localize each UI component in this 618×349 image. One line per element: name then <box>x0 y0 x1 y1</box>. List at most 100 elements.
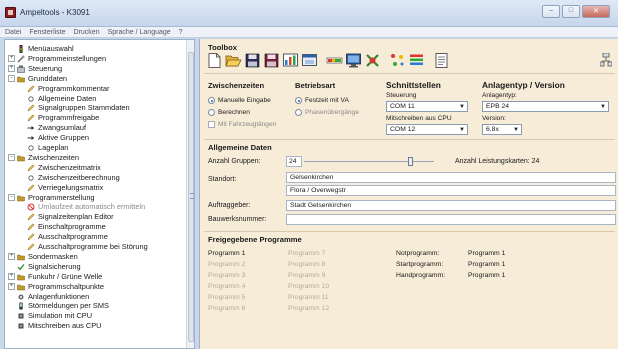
tree-item[interactable]: - Grunddaten <box>8 74 67 83</box>
tree-item[interactable]: - Zwischenzeiten <box>8 153 79 162</box>
expand-icon[interactable]: + <box>8 282 15 290</box>
expand-icon[interactable]: + <box>8 54 15 62</box>
tree-item-label: Programmfreigabe <box>38 113 100 123</box>
tree-item[interactable]: Einschaltprogramme <box>27 222 106 231</box>
save-icon[interactable] <box>244 52 261 69</box>
signal-sequence-icon[interactable] <box>326 52 343 69</box>
open-folder-icon[interactable] <box>225 52 242 69</box>
tree-item[interactable]: Zwischenzeitberechnung <box>27 173 120 182</box>
menu-datei[interactable]: Datei <box>5 29 21 36</box>
program-item[interactable]: Programm 2 <box>208 261 245 268</box>
program-item[interactable]: Programm 4 <box>208 283 245 290</box>
tree-item[interactable]: Signalzeitenplan Editor <box>27 212 114 221</box>
tree-item[interactable]: Verriegelungsmatrix <box>27 183 103 192</box>
save-as-icon[interactable] <box>263 52 280 69</box>
program-item[interactable]: Programm 8 <box>288 261 325 268</box>
anzahl-gruppen-field[interactable]: 24 <box>286 156 302 167</box>
tree-item[interactable]: Programmkommentar <box>27 84 109 93</box>
window-icon[interactable] <box>301 52 318 69</box>
close-button[interactable]: ✕ <box>582 5 610 18</box>
print-icon[interactable] <box>433 52 450 69</box>
fahrzeuglaengen-checkbox[interactable]: Mit Fahrzeuglängen <box>208 121 276 128</box>
berechnen-radio[interactable]: Berechnen <box>208 109 250 116</box>
auftraggeber-field[interactable]: Stadt Gelsenkirchen <box>286 200 616 211</box>
tree-item[interactable]: + Programmschaltpunkte <box>8 282 104 291</box>
minimize-button[interactable]: – <box>542 5 560 18</box>
program-item[interactable]: Programm 6 <box>208 305 245 312</box>
network-icon[interactable] <box>600 53 612 67</box>
expand-icon[interactable]: + <box>8 252 15 260</box>
menu-drucken[interactable]: Drucken <box>74 29 100 36</box>
collapse-icon[interactable]: - <box>8 193 15 201</box>
program-item[interactable]: Programm 12 <box>288 305 329 312</box>
tree-item[interactable]: Mitschreiben aus CPU <box>8 321 102 330</box>
tree-item[interactable]: Ausschaltprogramme bei Störung <box>27 242 148 251</box>
monitor-icon[interactable] <box>345 52 362 69</box>
tree-item[interactable]: Störmeldungen per SMS <box>8 301 109 310</box>
tree-item[interactable]: + Sondermasken <box>8 252 78 261</box>
tree-item[interactable]: Anlagenfunktionen <box>8 292 89 301</box>
check-icon <box>17 263 25 271</box>
collapse-icon[interactable]: - <box>8 153 15 161</box>
folder-icon <box>17 154 25 162</box>
collapse-icon[interactable]: - <box>8 74 15 82</box>
phone-icon <box>17 302 25 310</box>
menu-sprache[interactable]: Sprache / Language <box>108 29 171 36</box>
standort-field-2[interactable]: Flora / Overwegstr <box>286 185 616 196</box>
tree-item[interactable]: + Funkuhr / Grüne Welle <box>8 272 102 281</box>
tree-item[interactable]: Programmfreigabe <box>27 113 99 122</box>
main-panel: Toolbox Zwischenzeiten Manuelle Eingabe … <box>199 39 618 349</box>
slider-thumb[interactable] <box>408 157 413 166</box>
steuerung-select[interactable]: COM 11 ▼ <box>386 101 468 112</box>
tree-item[interactable]: + Steuerung <box>8 64 62 73</box>
tree-item[interactable]: Zwangsumlauf <box>27 123 86 132</box>
program-item[interactable]: Programm 5 <box>208 294 245 301</box>
tree-item[interactable]: Aktive Gruppen <box>27 133 89 142</box>
radio-unselected-icon <box>295 109 302 116</box>
bauwerksnummer-field[interactable] <box>286 214 616 225</box>
program-item[interactable]: Programm 10 <box>288 283 329 290</box>
maximize-button[interactable]: □ <box>562 5 580 18</box>
menu-fensterliste[interactable]: Fensterliste <box>29 29 65 36</box>
menu-help[interactable]: ? <box>179 29 183 36</box>
tree-item[interactable]: Ausschaltprogramme <box>27 232 108 241</box>
tree-item[interactable]: Menüauswahl <box>8 44 74 53</box>
pencil-icon <box>27 104 35 112</box>
dots-icon[interactable] <box>389 52 406 69</box>
mitschreiben-select[interactable]: COM 12 ▼ <box>386 124 468 135</box>
anzahl-gruppen-slider[interactable] <box>304 157 434 166</box>
program-item[interactable]: Programm 9 <box>288 272 325 279</box>
tree-item-label: Zwangsumlauf <box>38 123 87 133</box>
tree-item[interactable]: Umlaufzeit automatisch ermitteln <box>27 202 145 211</box>
special-program-value[interactable]: Programm 1 <box>468 250 505 257</box>
tree-item[interactable]: Simulation mit CPU <box>8 311 92 320</box>
program-item[interactable]: Programm 7 <box>288 250 325 257</box>
tree-item[interactable]: Allgemeine Daten <box>27 94 96 103</box>
tree-item[interactable]: Lageplan <box>27 143 68 152</box>
expand-icon[interactable]: + <box>8 272 15 280</box>
tree-item[interactable]: Zwischenzeitmatrix <box>27 163 101 172</box>
program-item[interactable]: Programm 3 <box>208 272 245 279</box>
manuelle-eingabe-radio[interactable]: Manuelle Eingabe <box>208 97 271 104</box>
version-select[interactable]: 6.8x ▼ <box>482 124 522 135</box>
tree-item[interactable]: - Programmerstellung <box>8 193 95 202</box>
tree-item[interactable]: Signalsicherung <box>8 262 81 271</box>
phasenuebergaenge-radio[interactable]: Phasenübergänge <box>295 109 359 116</box>
festzeit-radio[interactable]: Festzeit mit VA <box>295 97 349 104</box>
tree-scrollbar[interactable] <box>186 40 194 348</box>
new-document-icon[interactable] <box>206 52 223 69</box>
special-program-value[interactable]: Programm 1 <box>468 272 505 279</box>
program-item[interactable]: Programm 1 <box>208 250 245 257</box>
list-icon[interactable] <box>408 52 425 69</box>
tree-item[interactable]: Signalgruppen Stammdaten <box>27 103 130 112</box>
expand-icon[interactable]: + <box>8 64 15 72</box>
tree-item[interactable]: + Programmeinstellungen <box>8 54 106 63</box>
standort-field[interactable]: Gelsenkirchen <box>286 172 616 183</box>
scrollbar-thumb[interactable] <box>188 52 194 342</box>
chart-icon[interactable] <box>282 52 299 69</box>
anlagentyp-select[interactable]: EPB 24 ▼ <box>482 101 609 112</box>
traffic-light-icon[interactable] <box>364 52 381 69</box>
window-controls: – □ ✕ <box>542 5 610 18</box>
program-item[interactable]: Programm 11 <box>288 294 329 301</box>
special-program-value[interactable]: Programm 1 <box>468 261 505 268</box>
